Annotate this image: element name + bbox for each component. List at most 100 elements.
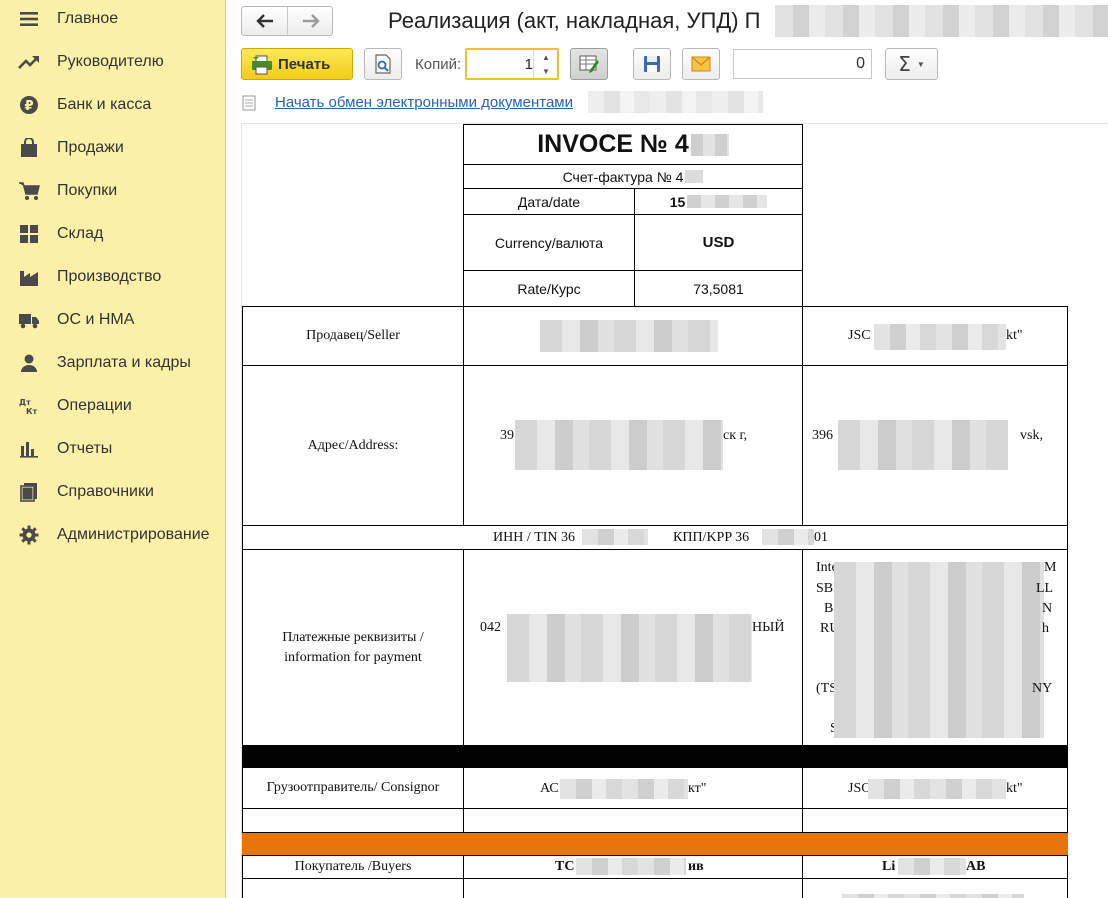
sidebar-item-label: Продажи <box>57 139 124 156</box>
trend-icon <box>18 51 40 73</box>
redacted-text <box>868 779 1006 799</box>
redacted-text <box>762 529 814 545</box>
inn-kpp-cell <box>242 525 1068 550</box>
invoice-title: INVOCE № 4 <box>463 124 803 165</box>
consignor-mid-prefix: АС <box>540 781 559 796</box>
sidebar-item-reports[interactable]: Отчеты <box>0 431 226 467</box>
sidebar-item-warehouse[interactable]: Склад <box>0 216 226 252</box>
redacted-text <box>582 529 648 545</box>
printable-document[interactable]: INVOCE № 4 Счет-фактура № 4 Дата/date 15… <box>241 123 1108 898</box>
sidebar-item-label: Руководителю <box>57 53 164 70</box>
payment-right-line: B <box>824 601 834 616</box>
buyers-right-suffix: AB <box>966 859 986 874</box>
sidebar-item-production[interactable]: Производство <box>0 259 226 295</box>
copies-stepper: ▲ ▼ <box>465 48 559 80</box>
redacted-text <box>898 858 966 875</box>
preview-button[interactable] <box>364 48 402 80</box>
sidebar-item-label: ОС и НМА <box>57 311 135 328</box>
sidebar-item-directories[interactable]: Справочники <box>0 474 226 510</box>
rate-label: Rate/Курс <box>463 270 635 307</box>
save-button[interactable] <box>633 48 671 80</box>
seller-right-prefix: JSC <box>848 328 871 343</box>
copies-spinner: ▲ ▼ <box>533 50 557 78</box>
consignor-right-suffix: kt" <box>1006 781 1023 796</box>
sum-dropdown-button[interactable]: Σ ▼ <box>885 48 938 80</box>
arrow-left-icon <box>255 14 273 28</box>
sidebar-item-assets[interactable]: ОС и НМА <box>0 302 226 338</box>
date-label: Дата/date <box>463 188 635 215</box>
kpp-suffix: 01 <box>814 530 828 545</box>
sidebar-item-label: Отчеты <box>57 440 113 457</box>
empty-cell <box>463 878 803 898</box>
sidebar-item-purchases[interactable]: Покупки <box>0 173 226 209</box>
warehouse-icon <box>18 223 40 245</box>
empty-cell <box>802 808 1068 833</box>
svg-text:Кт: Кт <box>26 407 38 416</box>
address-right-suffix: vsk, <box>1020 428 1043 443</box>
redacted-text <box>515 420 723 470</box>
sidebar-item-label: Банк и касса <box>57 96 152 113</box>
edit-mode-button[interactable] <box>570 48 608 80</box>
empty-cell <box>242 878 464 898</box>
printer-icon <box>251 55 273 79</box>
person-icon <box>18 352 40 374</box>
sidebar-item-label: Склад <box>57 225 104 242</box>
sidebar-item-sales[interactable]: Продажи <box>0 130 226 166</box>
increment-button[interactable]: ▲ <box>534 50 558 64</box>
sidebar-item-label: Зарплата и кадры <box>57 354 191 371</box>
app-window: { "sidebar": { "items": [ {"label": "Гла… <box>0 0 1108 898</box>
gear-icon <box>18 524 40 546</box>
buyers-mid-prefix: ТС <box>555 859 575 874</box>
buyers-label: Покупатель /Buyers <box>242 855 464 879</box>
sidebar-item-operations[interactable]: Дт Кт Операции <box>0 388 226 424</box>
empty-cell <box>463 808 803 833</box>
inn-label: ИНН / TIN 36 <box>493 530 576 545</box>
schet-faktura-number: Счет-фактура № 4 <box>463 164 803 189</box>
payment-right-suffix: N <box>1042 601 1053 616</box>
copies-label: Копий: <box>415 56 462 73</box>
navigation-buttons <box>241 6 333 36</box>
start-edo-link[interactable]: Начать обмен электронными документами <box>275 94 573 111</box>
svg-text:₽: ₽ <box>24 99 33 114</box>
print-button[interactable]: Печать <box>241 48 353 80</box>
payment-label: Платежные реквизиты / information for pa… <box>242 549 464 746</box>
chevron-down-icon: ▼ <box>542 66 550 76</box>
sidebar-item-admin[interactable]: Администрирование <box>0 517 226 553</box>
address-right-prefix: 396 <box>812 428 833 443</box>
buyers-mid-suffix: ив <box>688 859 704 874</box>
page-title: Реализация (акт, накладная, УПД) П <box>388 8 761 33</box>
redacted-text <box>540 320 718 352</box>
sidebar-item-manager[interactable]: Руководителю <box>0 44 226 80</box>
separator-bar-orange <box>242 833 1068 855</box>
sidebar-item-bank[interactable]: ₽ Банк и касса <box>0 87 226 123</box>
bar-chart-icon <box>18 438 40 460</box>
kpp-label: КПП/KPP 36 <box>673 530 750 545</box>
sidebar-item-salary[interactable]: Зарплата и кадры <box>0 345 226 381</box>
sidebar-item-label: Покупки <box>57 182 118 199</box>
sigma-icon: Σ <box>898 52 911 76</box>
forward-button[interactable] <box>288 7 334 35</box>
arrow-right-icon <box>303 14 320 28</box>
redacted-text <box>588 91 763 113</box>
cart-icon <box>18 180 40 202</box>
address-label: Адрес/Address: <box>242 365 464 526</box>
copies-input[interactable] <box>471 54 533 74</box>
sidebar-item-main[interactable]: Главное <box>0 1 226 37</box>
back-button[interactable] <box>242 7 288 35</box>
send-email-button[interactable] <box>682 48 720 80</box>
factory-icon <box>18 266 40 288</box>
payment-mid-suffix: НЫЙ <box>752 620 785 635</box>
decrement-button[interactable]: ▼ <box>534 64 558 78</box>
redacted-text <box>560 779 688 799</box>
redacted-text <box>834 562 1044 738</box>
sidebar-item-label: Производство <box>57 268 162 285</box>
sum-value-field[interactable]: 0 <box>733 49 872 79</box>
document-exchange-icon <box>241 95 261 116</box>
payment-mid-prefix: 042 <box>480 620 501 635</box>
chevron-up-icon: ▲ <box>542 52 550 62</box>
consignor-mid-suffix: кт" <box>688 781 707 796</box>
redacted-text <box>507 614 752 682</box>
address-mid-suffix: ск г, <box>723 428 748 443</box>
preview-icon <box>375 54 391 74</box>
payment-right-suffix: NY <box>1032 681 1053 696</box>
